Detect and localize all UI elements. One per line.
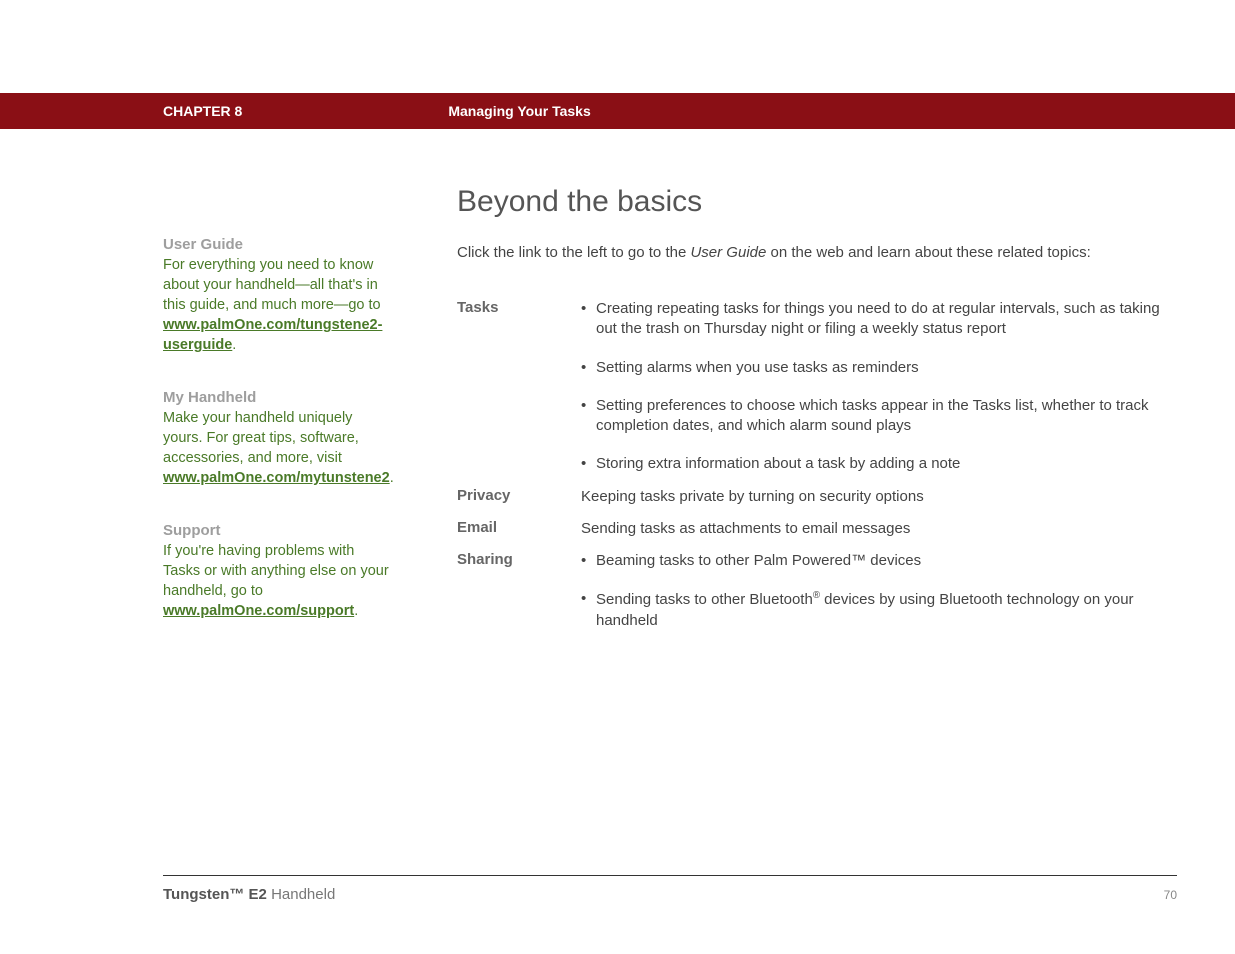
sidebar-heading: Support xyxy=(163,522,393,539)
sidebar-link-myhandheld[interactable]: www.palmOne.com/mytunstene2 xyxy=(163,470,390,486)
list-item: Sending tasks to other Bluetooth® device… xyxy=(581,589,1160,631)
topic-label: Privacy xyxy=(457,487,581,519)
topic-row: PrivacyKeeping tasks private by turning … xyxy=(457,487,1160,519)
topic-label: Email xyxy=(457,519,581,551)
sidebar-text-after: . xyxy=(232,337,236,353)
document-footer: Tungsten™ E2 Handheld 70 xyxy=(163,875,1177,903)
sidebar-text-after: . xyxy=(390,470,394,486)
topic-content: Sending tasks as attachments to email me… xyxy=(581,519,1160,551)
sidebar: User Guide For everything you need to kn… xyxy=(163,236,393,655)
sidebar-link-userguide[interactable]: www.palmOne.com/tungstene2-userguide xyxy=(163,317,382,353)
chapter-label: CHAPTER 8 xyxy=(163,103,242,119)
intro-paragraph: Click the link to the left to go to the … xyxy=(457,244,1160,261)
list-item: Storing extra information about a task b… xyxy=(581,454,1160,474)
topic-label: Tasks xyxy=(457,299,581,487)
footer-page-number: 70 xyxy=(1164,888,1177,902)
main-content: Beyond the basics Click the link to the … xyxy=(457,185,1160,643)
topic-row: EmailSending tasks as attachments to ema… xyxy=(457,519,1160,551)
sidebar-heading: My Handheld xyxy=(163,389,393,406)
intro-before: Click the link to the left to go to the xyxy=(457,244,690,261)
sidebar-text: Make your handheld uniquely yours. For g… xyxy=(163,408,393,488)
sidebar-text: For everything you need to know about yo… xyxy=(163,255,393,355)
document-header: CHAPTER 8 Managing Your Tasks xyxy=(0,93,1235,129)
topic-content: Beaming tasks to other Palm Powered™ dev… xyxy=(581,551,1160,643)
sidebar-section-userguide: User Guide For everything you need to kn… xyxy=(163,236,393,355)
sidebar-section-support: Support If you're having problems with T… xyxy=(163,522,393,621)
list-item: Setting alarms when you use tasks as rem… xyxy=(581,358,1160,378)
topics-table: TasksCreating repeating tasks for things… xyxy=(457,299,1160,643)
sidebar-section-myhandheld: My Handheld Make your handheld uniquely … xyxy=(163,389,393,488)
topic-list: Beaming tasks to other Palm Powered™ dev… xyxy=(581,551,1160,631)
sidebar-text-before: Make your handheld uniquely yours. For g… xyxy=(163,410,359,466)
sidebar-text-after: . xyxy=(354,603,358,619)
topic-row: TasksCreating repeating tasks for things… xyxy=(457,299,1160,487)
intro-italic: User Guide xyxy=(690,244,766,261)
page-title: Beyond the basics xyxy=(457,185,1160,219)
topic-label: Sharing xyxy=(457,551,581,643)
topic-row: SharingBeaming tasks to other Palm Power… xyxy=(457,551,1160,643)
footer-product-bold: Tungsten™ E2 xyxy=(163,886,267,903)
list-item: Setting preferences to choose which task… xyxy=(581,396,1160,437)
sidebar-text: If you're having problems with Tasks or … xyxy=(163,541,393,621)
footer-product-rest: Handheld xyxy=(267,886,335,903)
topic-text: Keeping tasks private by turning on secu… xyxy=(581,487,1160,507)
topic-content: Keeping tasks private by turning on secu… xyxy=(581,487,1160,519)
sidebar-text-before: For everything you need to know about yo… xyxy=(163,257,381,313)
topic-text: Sending tasks as attachments to email me… xyxy=(581,519,1160,539)
list-item: Beaming tasks to other Palm Powered™ dev… xyxy=(581,551,1160,571)
list-item: Creating repeating tasks for things you … xyxy=(581,299,1160,340)
topic-content: Creating repeating tasks for things you … xyxy=(581,299,1160,487)
sidebar-link-support[interactable]: www.palmOne.com/support xyxy=(163,603,354,619)
sidebar-heading: User Guide xyxy=(163,236,393,253)
topic-list: Creating repeating tasks for things you … xyxy=(581,299,1160,475)
sidebar-text-before: If you're having problems with Tasks or … xyxy=(163,543,389,599)
footer-product: Tungsten™ E2 Handheld xyxy=(163,886,335,903)
chapter-title: Managing Your Tasks xyxy=(448,103,590,119)
intro-after: on the web and learn about these related… xyxy=(766,244,1090,261)
